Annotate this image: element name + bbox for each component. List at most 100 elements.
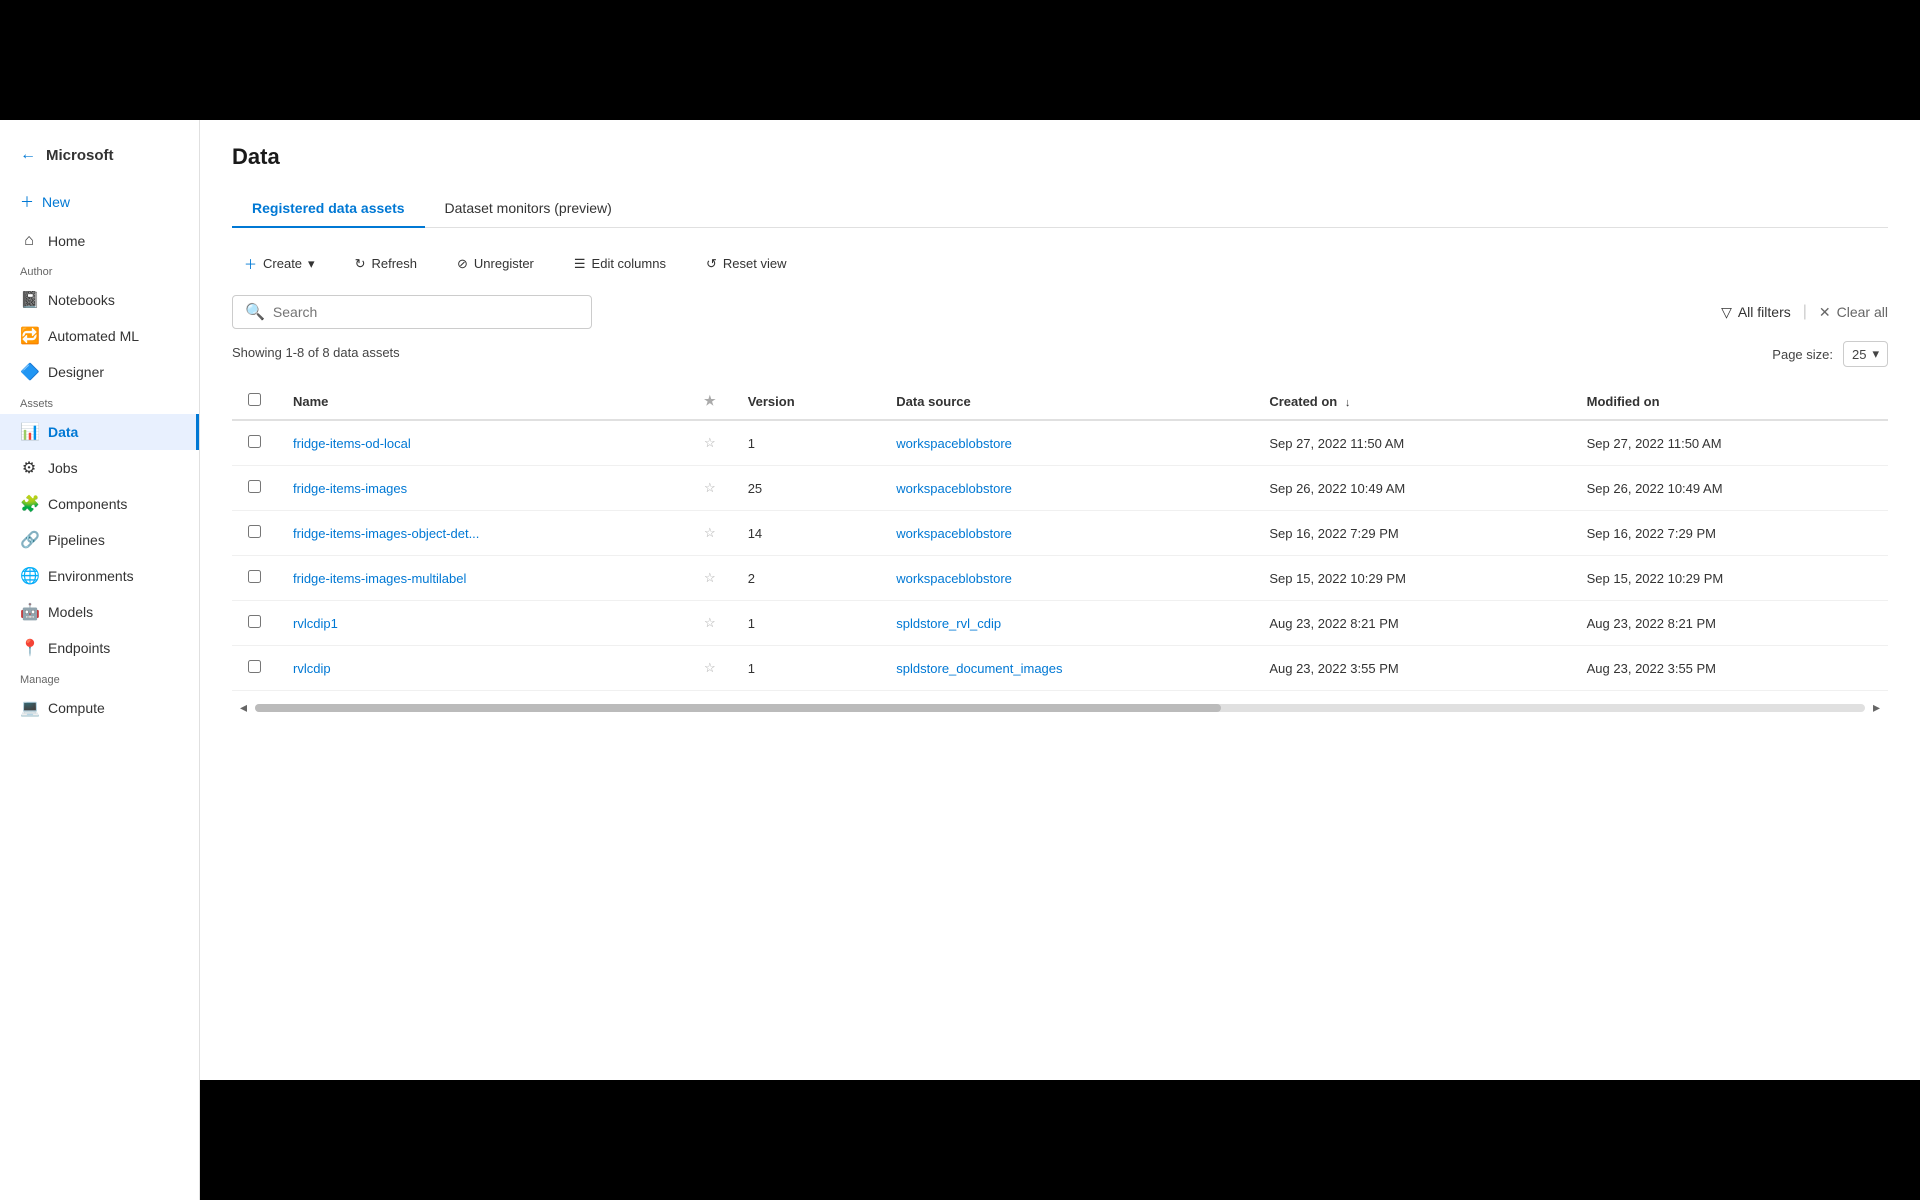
sidebar-new-button[interactable]: ＋ New bbox=[0, 184, 199, 220]
search-input[interactable] bbox=[273, 304, 579, 320]
sidebar-item-endpoints[interactable]: 📍 Endpoints bbox=[0, 630, 199, 666]
edit-columns-button[interactable]: ☰ Edit columns bbox=[562, 250, 678, 278]
sidebar-item-designer[interactable]: 🔷 Designer bbox=[0, 354, 199, 390]
select-all-checkbox[interactable] bbox=[232, 383, 277, 420]
tab-dataset-monitors[interactable]: Dataset monitors (preview) bbox=[425, 190, 632, 228]
column-header-modified-on[interactable]: Modified on bbox=[1571, 383, 1888, 420]
row-checkbox-5[interactable] bbox=[232, 646, 277, 691]
jobs-icon: ⚙ bbox=[20, 458, 38, 478]
search-icon: 🔍 bbox=[245, 302, 265, 322]
row-checkbox-3[interactable] bbox=[232, 556, 277, 601]
row-name-5[interactable]: rvlcdip bbox=[277, 646, 688, 691]
row-star-5[interactable]: ☆ bbox=[688, 646, 732, 691]
sidebar-item-automated-ml[interactable]: 🔁 Automated ML bbox=[0, 318, 199, 354]
sidebar-section-author: Author bbox=[0, 258, 199, 282]
sidebar-item-pipelines[interactable]: 🔗 Pipelines bbox=[0, 522, 199, 558]
row-datasource-2[interactable]: workspaceblobstore bbox=[880, 511, 1253, 556]
sidebar-item-label: Models bbox=[48, 604, 93, 620]
sidebar-item-label: Jobs bbox=[48, 460, 78, 476]
sidebar-item-data[interactable]: 📊 Data bbox=[0, 414, 199, 450]
create-button[interactable]: ＋ Create ▾ bbox=[232, 248, 327, 279]
sidebar-item-components[interactable]: 🧩 Components bbox=[0, 486, 199, 522]
all-filters-button[interactable]: ▽ All filters bbox=[1721, 304, 1791, 321]
page-size-label: Page size: bbox=[1772, 347, 1833, 362]
sidebar-item-home[interactable]: ⌂ Home bbox=[0, 224, 199, 258]
horizontal-scrollbar[interactable]: ◂ ▸ bbox=[232, 695, 1888, 720]
sidebar-logo[interactable]: ← Microsoft bbox=[0, 136, 199, 184]
table-row: fridge-items-images-object-det... ☆ 14 w… bbox=[232, 511, 1888, 556]
notebook-icon: 📓 bbox=[20, 290, 38, 310]
scroll-left-arrow[interactable]: ◂ bbox=[232, 699, 255, 716]
row-star-0[interactable]: ☆ bbox=[688, 420, 732, 466]
sidebar-item-label: Components bbox=[48, 496, 127, 512]
sidebar-item-compute[interactable]: 💻 Compute bbox=[0, 690, 199, 726]
reset-view-button[interactable]: ↺ Reset view bbox=[694, 250, 798, 278]
row-name-4[interactable]: rvlcdip1 bbox=[277, 601, 688, 646]
row-checkbox-0[interactable] bbox=[232, 420, 277, 466]
row-name-0[interactable]: fridge-items-od-local bbox=[277, 420, 688, 466]
sidebar-item-jobs[interactable]: ⚙ Jobs bbox=[0, 450, 199, 486]
row-star-3[interactable]: ☆ bbox=[688, 556, 732, 601]
sidebar-item-environments[interactable]: 🌐 Environments bbox=[0, 558, 199, 594]
row-star-4[interactable]: ☆ bbox=[688, 601, 732, 646]
sidebar-item-label: Designer bbox=[48, 364, 104, 380]
column-header-created-on[interactable]: Created on ↓ bbox=[1253, 383, 1570, 420]
row-checkbox-1[interactable] bbox=[232, 466, 277, 511]
components-icon: 🧩 bbox=[20, 494, 38, 514]
row-name-2[interactable]: fridge-items-images-object-det... bbox=[277, 511, 688, 556]
column-header-data-source[interactable]: Data source bbox=[880, 383, 1253, 420]
row-modified-4: Aug 23, 2022 8:21 PM bbox=[1571, 601, 1888, 646]
plus-icon: ＋ bbox=[244, 254, 257, 273]
column-header-star[interactable]: ★ bbox=[688, 383, 732, 420]
table-row: fridge-items-images-multilabel ☆ 2 works… bbox=[232, 556, 1888, 601]
search-row: 🔍 ▽ All filters | ✕ Clear all bbox=[232, 295, 1888, 329]
sidebar-item-label: Automated ML bbox=[48, 328, 139, 344]
row-checkbox-2[interactable] bbox=[232, 511, 277, 556]
page-title: Data bbox=[232, 144, 1888, 170]
row-datasource-1[interactable]: workspaceblobstore bbox=[880, 466, 1253, 511]
row-datasource-3[interactable]: workspaceblobstore bbox=[880, 556, 1253, 601]
scroll-track[interactable] bbox=[255, 704, 1865, 712]
main-content: Data Registered data assets Dataset moni… bbox=[200, 120, 1920, 1080]
unregister-button[interactable]: ⊘ Unregister bbox=[445, 250, 546, 278]
new-label: New bbox=[42, 194, 70, 210]
row-created-2: Sep 16, 2022 7:29 PM bbox=[1253, 511, 1570, 556]
sidebar-item-models[interactable]: 🤖 Models bbox=[0, 594, 199, 630]
plus-icon: ＋ bbox=[20, 192, 34, 212]
tab-bar: Registered data assets Dataset monitors … bbox=[232, 190, 1888, 228]
automl-icon: 🔁 bbox=[20, 326, 38, 346]
row-created-4: Aug 23, 2022 8:21 PM bbox=[1253, 601, 1570, 646]
page-size-value: 25 bbox=[1852, 347, 1866, 362]
row-datasource-5[interactable]: spldstore_document_images bbox=[880, 646, 1253, 691]
refresh-button[interactable]: ↻ Refresh bbox=[343, 250, 429, 278]
sidebar-section-assets: Assets bbox=[0, 390, 199, 414]
sidebar-section-manage: Manage bbox=[0, 666, 199, 690]
row-version-0: 1 bbox=[732, 420, 881, 466]
edit-columns-icon: ☰ bbox=[574, 256, 586, 272]
row-modified-2: Sep 16, 2022 7:29 PM bbox=[1571, 511, 1888, 556]
row-name-1[interactable]: fridge-items-images bbox=[277, 466, 688, 511]
row-star-1[interactable]: ☆ bbox=[688, 466, 732, 511]
sidebar-item-label: Home bbox=[48, 233, 85, 249]
scroll-right-arrow[interactable]: ▸ bbox=[1865, 699, 1888, 716]
table-row: rvlcdip1 ☆ 1 spldstore_rvl_cdip Aug 23, … bbox=[232, 601, 1888, 646]
clear-all-button[interactable]: ✕ Clear all bbox=[1819, 304, 1888, 321]
row-checkbox-4[interactable] bbox=[232, 601, 277, 646]
row-datasource-0[interactable]: workspaceblobstore bbox=[880, 420, 1253, 466]
row-star-2[interactable]: ☆ bbox=[688, 511, 732, 556]
reset-view-icon: ↺ bbox=[706, 256, 717, 272]
tab-registered-data-assets[interactable]: Registered data assets bbox=[232, 190, 425, 228]
scroll-thumb bbox=[255, 704, 1221, 712]
column-header-name[interactable]: Name bbox=[277, 383, 688, 420]
row-datasource-4[interactable]: spldstore_rvl_cdip bbox=[880, 601, 1253, 646]
row-name-3[interactable]: fridge-items-images-multilabel bbox=[277, 556, 688, 601]
column-header-version[interactable]: Version bbox=[732, 383, 881, 420]
sidebar-item-label: Compute bbox=[48, 700, 105, 716]
clear-icon: ✕ bbox=[1819, 304, 1831, 321]
page-size-select[interactable]: 25 ▾ bbox=[1843, 341, 1888, 367]
sidebar-item-notebooks[interactable]: 📓 Notebooks bbox=[0, 282, 199, 318]
toolbar: ＋ Create ▾ ↻ Refresh ⊘ Unregister ☰ Edit… bbox=[232, 248, 1888, 279]
page-size-row: Page size: 25 ▾ bbox=[1772, 341, 1888, 367]
models-icon: 🤖 bbox=[20, 602, 38, 622]
refresh-icon: ↻ bbox=[355, 256, 366, 272]
